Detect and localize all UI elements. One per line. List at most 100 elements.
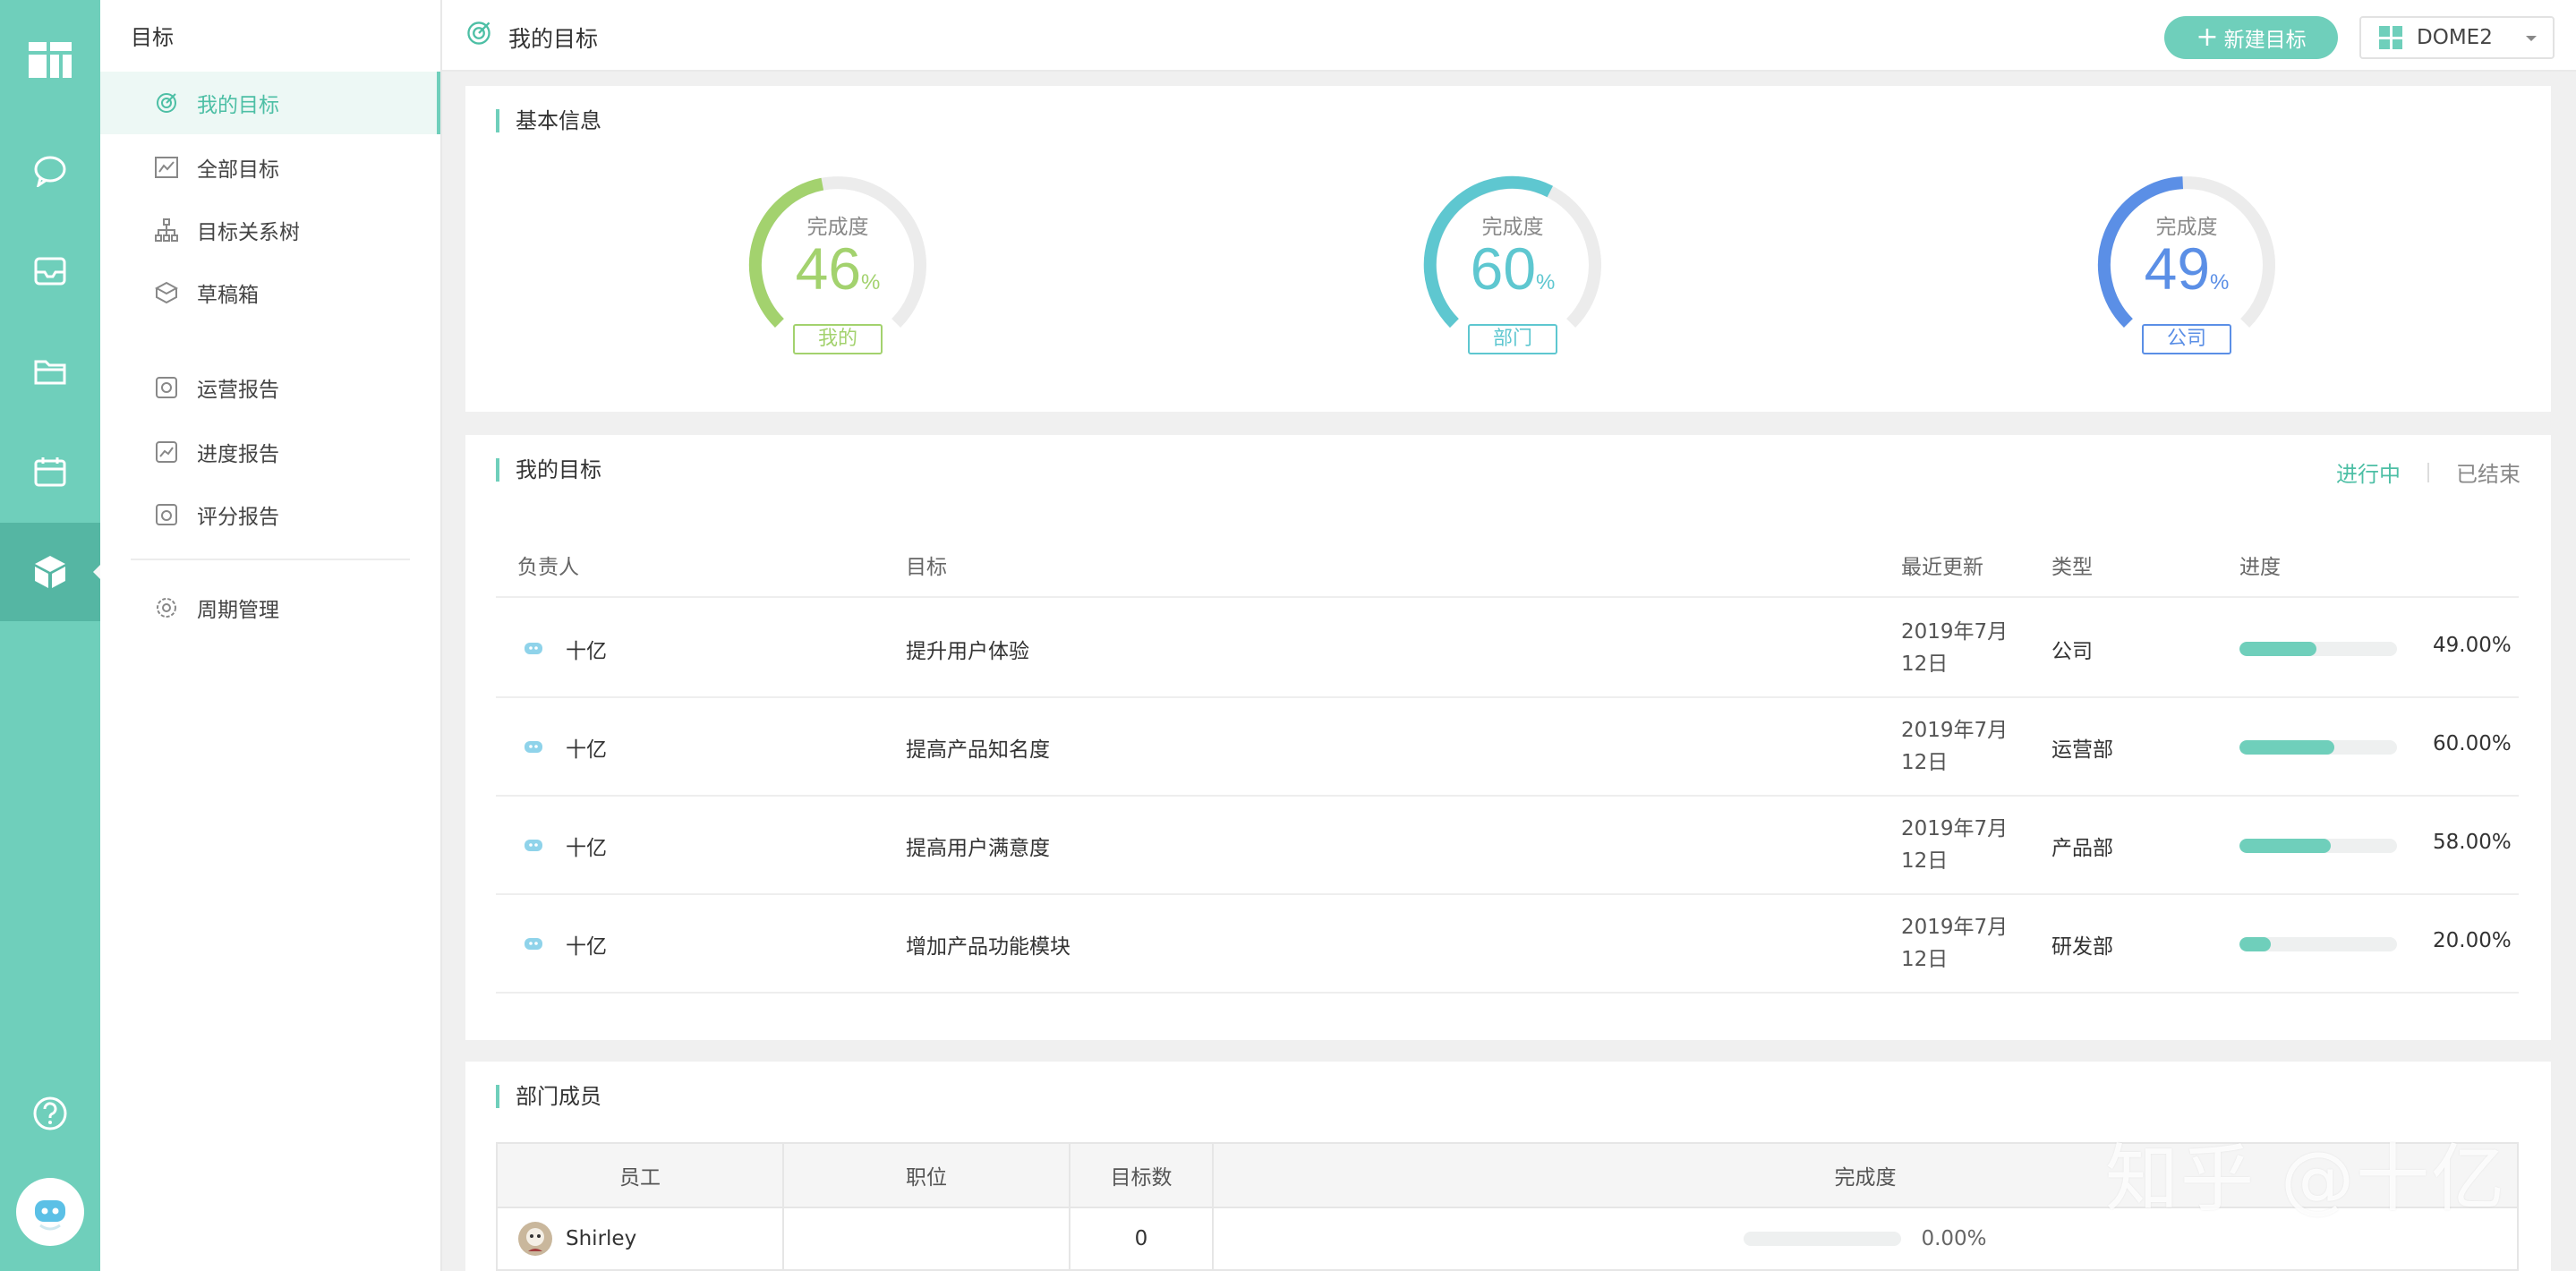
- help-button[interactable]: [32, 1096, 68, 1131]
- card-title: 部门成员: [496, 1085, 601, 1108]
- nav-cycle-management[interactable]: 周期管理: [100, 576, 440, 639]
- nav-all-goals[interactable]: 全部目标: [100, 136, 440, 199]
- updated-date-line1: 2019年7月: [1901, 620, 2009, 644]
- camera-icon: [154, 502, 179, 527]
- goal-name[interactable]: 增加产品功能模块: [906, 929, 1070, 960]
- chat-icon: [34, 156, 66, 187]
- completion-gauge: 完成度 49% 公司: [2088, 166, 2285, 363]
- col-goal-count: 目标数: [1070, 1144, 1214, 1207]
- gauge-value: 49%: [2088, 235, 2285, 303]
- goals-sidebar: 目标 我的目标 全部目标 目标关系树 草稿箱 运营报告 进度报告 评分报告 周期…: [100, 0, 442, 1271]
- table-row[interactable]: 十亿 提高用户满意度 2019年7月 12日 产品部 58.00%: [496, 797, 2519, 895]
- gauge-number: 46: [795, 235, 862, 302]
- nav-label: 进度报告: [197, 443, 279, 466]
- gauge-value: 60%: [1414, 235, 1611, 303]
- table-row[interactable]: 十亿 增加产品功能模块 2019年7月 12日 研发部 20.00%: [496, 895, 2519, 994]
- goal-name[interactable]: 提高产品知名度: [906, 732, 1050, 763]
- nav-my-goals[interactable]: 我的目标: [100, 72, 440, 134]
- org-select[interactable]: DOME2: [2359, 16, 2555, 59]
- logo-button[interactable]: [0, 11, 100, 109]
- col-updated: 最近更新: [1901, 556, 1983, 579]
- nav-divider: [131, 559, 410, 560]
- gauge-number: 49: [2144, 235, 2211, 302]
- rail-inbox[interactable]: [0, 222, 100, 320]
- progress-bar: [1744, 1232, 1902, 1246]
- table-row[interactable]: 十亿 提升用户体验 2019年7月 12日 公司 49.00%: [496, 600, 2519, 698]
- card-title: 基本信息: [496, 109, 601, 132]
- user-avatar[interactable]: [16, 1178, 84, 1246]
- robot-avatar-icon: [525, 741, 542, 753]
- nav-label: 目标关系树: [197, 221, 300, 244]
- rail-calendar[interactable]: [0, 422, 100, 521]
- target-icon: [154, 90, 179, 115]
- rail-chat[interactable]: [0, 122, 100, 220]
- goal-status-tabs: 进行中 已结束: [2336, 456, 2521, 488]
- nav-drafts[interactable]: 草稿箱: [100, 261, 440, 324]
- card-title: 我的目标: [496, 458, 601, 482]
- robot-avatar-icon: [525, 840, 542, 851]
- chart-board-icon: [154, 155, 179, 180]
- page-title: 我的目标: [508, 26, 599, 52]
- inbox-icon: [34, 257, 66, 286]
- plus-icon: +: [2196, 21, 2219, 53]
- rail-folder[interactable]: [0, 322, 100, 421]
- goal-type: 研发部: [2051, 935, 2113, 959]
- updated-date-line2: 12日: [1901, 849, 1949, 873]
- target-icon: [467, 21, 490, 45]
- completion-value: 0.00%: [1921, 1227, 1987, 1250]
- progress-bar: [2239, 642, 2397, 656]
- goal-name[interactable]: 提升用户体验: [906, 634, 1029, 664]
- progress-fill: [2239, 839, 2332, 853]
- col-position: 职位: [784, 1144, 1070, 1207]
- owner-name: 十亿: [566, 640, 607, 663]
- rail-goals[interactable]: [0, 523, 100, 621]
- owner-name: 十亿: [566, 935, 607, 959]
- sidebar-title: 目标: [131, 25, 174, 50]
- progress-value: 49.00%: [2433, 634, 2512, 657]
- gear-icon: [154, 595, 179, 620]
- progress-fill: [2239, 642, 2317, 656]
- progress-value: 58.00%: [2433, 831, 2512, 854]
- tab-finished[interactable]: 已结束: [2456, 456, 2521, 488]
- nav-label: 全部目标: [197, 158, 279, 182]
- cube-icon: [35, 556, 65, 588]
- goal-count-cell: 0: [1070, 1208, 1214, 1269]
- icon-rail: [0, 0, 100, 1271]
- grid-icon: [2379, 26, 2402, 49]
- tree-icon: [154, 218, 179, 243]
- gauge-number: 60: [1470, 235, 1537, 302]
- nav-score-report[interactable]: 评分报告: [100, 483, 440, 546]
- updated-date: 2019年7月 12日: [1901, 911, 2026, 976]
- table-row[interactable]: 十亿 提高产品知名度 2019年7月 12日 运营部 60.00%: [496, 698, 2519, 797]
- gauge-value: 46%: [739, 235, 936, 303]
- org-name: DOME2: [2417, 26, 2493, 49]
- col-owner: 负责人: [517, 556, 579, 579]
- tab-in-progress[interactable]: 进行中: [2336, 456, 2401, 488]
- nav-label: 周期管理: [197, 599, 279, 622]
- updated-date: 2019年7月 12日: [1901, 616, 2026, 680]
- updated-date: 2019年7月 12日: [1901, 813, 2026, 877]
- my-goals-card: 我的目标 进行中 已结束 负责人 目标 最近更新 类型 进度 十亿 提升用户体验…: [465, 435, 2551, 1040]
- new-goal-label: 新建目标: [2223, 29, 2307, 52]
- col-goal: 目标: [906, 556, 947, 579]
- nav-goal-tree[interactable]: 目标关系树: [100, 199, 440, 261]
- gauge-tag: 我的: [793, 324, 883, 354]
- top-bar: 我的目标 + 新建目标 DOME2: [442, 0, 2576, 72]
- robot-avatar-icon: [525, 643, 542, 654]
- table-header: 负责人 目标 最近更新 类型 进度: [496, 528, 2519, 598]
- box-icon: [154, 280, 179, 305]
- calendar-icon: [34, 457, 66, 487]
- updated-date-line2: 12日: [1901, 948, 1949, 971]
- watermark: 知乎 @十亿: [2105, 1137, 2507, 1222]
- updated-date: 2019年7月 12日: [1901, 714, 2026, 779]
- goal-name[interactable]: 提高用户满意度: [906, 831, 1050, 861]
- updated-date-line1: 2019年7月: [1901, 719, 2009, 742]
- goal-type: 产品部: [2051, 837, 2113, 860]
- progress-fill: [2239, 740, 2334, 755]
- completion-gauge: 完成度 60% 部门: [1414, 166, 1611, 363]
- nav-ops-report[interactable]: 运营报告: [100, 356, 440, 419]
- nav-progress-report[interactable]: 进度报告: [100, 421, 440, 483]
- new-goal-button[interactable]: + 新建目标: [2164, 16, 2338, 59]
- nav-label: 我的目标: [197, 94, 279, 117]
- updated-date-line1: 2019年7月: [1901, 916, 2009, 939]
